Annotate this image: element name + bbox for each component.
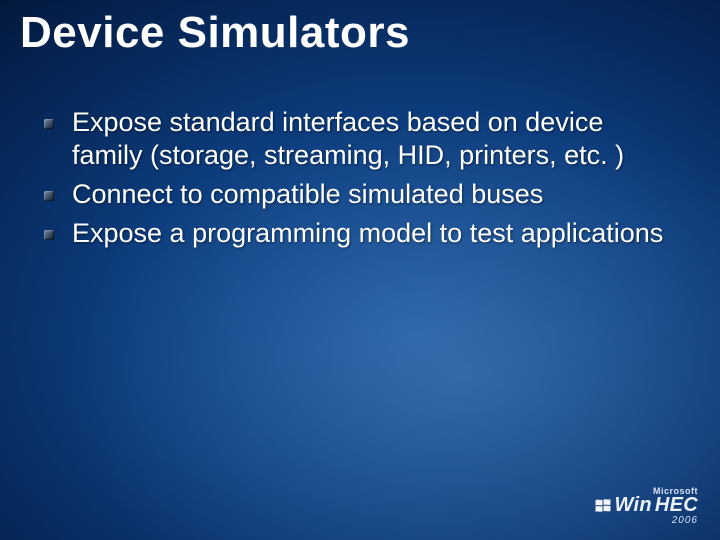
bullet-icon (44, 230, 54, 240)
bullet-text: Expose a programming model to test appli… (72, 217, 670, 250)
year-label: 2006 (595, 515, 698, 526)
windows-flag-icon (595, 499, 611, 513)
list-item: Connect to compatible simulated buses (44, 178, 670, 211)
list-item: Expose a programming model to test appli… (44, 217, 670, 250)
brand-label: WinHEC (595, 494, 698, 517)
footer-logo: Microsoft WinHEC 2006 (595, 486, 698, 526)
vendor-label: Microsoft (595, 486, 698, 496)
slide-body: Expose standard interfaces based on devi… (44, 106, 670, 256)
brand-suffix: HEC (655, 494, 698, 517)
bullet-text: Connect to compatible simulated buses (72, 178, 670, 211)
list-item: Expose standard interfaces based on devi… (44, 106, 670, 172)
slide-title: Device Simulators (20, 8, 410, 58)
slide: Device Simulators Expose standard interf… (0, 0, 720, 540)
bullet-text: Expose standard interfaces based on devi… (72, 106, 670, 172)
bullet-icon (44, 119, 54, 129)
brand-prefix: Win (614, 494, 651, 517)
bullet-icon (44, 191, 54, 201)
